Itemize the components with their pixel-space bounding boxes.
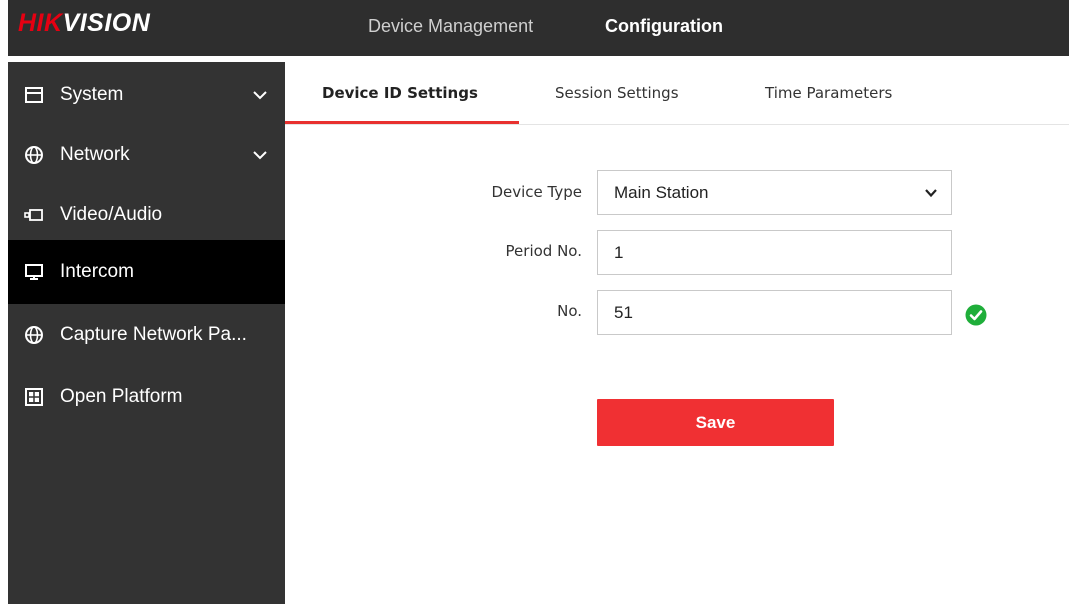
no-value: 51	[614, 302, 633, 322]
sidebar-item-label: Capture Network Pa...	[60, 324, 247, 345]
nav-configuration[interactable]: Configuration	[605, 14, 723, 38]
period-no-label: Period No.	[505, 242, 582, 260]
monitor-icon	[25, 264, 43, 280]
tab-bar: Device ID Settings Session Settings Time…	[285, 62, 1069, 125]
period-no-input[interactable]: 1	[597, 230, 952, 275]
sidebar-item-label: Video/Audio	[60, 204, 163, 225]
nav-device-management[interactable]: Device Management	[368, 14, 533, 38]
check-circle-icon	[965, 304, 987, 326]
device-type-label: Device Type	[491, 183, 582, 201]
period-no-value: 1	[614, 242, 624, 262]
tab-session-settings[interactable]: Session Settings	[555, 62, 679, 124]
sidebar-item-open-platform[interactable]: Open Platform	[8, 366, 285, 428]
sidebar-item-label: Open Platform	[60, 386, 183, 407]
logo-text-vision: VISION	[62, 9, 151, 37]
device-type-value: Main Station	[614, 182, 709, 202]
sidebar-item-label: Network	[60, 144, 130, 165]
sidebar: System Network Video/Audio Intercom Capt…	[8, 62, 285, 604]
sidebar-item-capture-network[interactable]: Capture Network Pa...	[8, 304, 285, 366]
tab-device-id-settings[interactable]: Device ID Settings	[322, 62, 478, 124]
sidebar-item-label: System	[60, 84, 124, 105]
no-input[interactable]: 51	[597, 290, 952, 335]
chevron-down-icon[interactable]	[253, 150, 267, 160]
app-window: HIKVISION Device Management Configuratio…	[0, 0, 1069, 604]
hikvision-logo: HIKVISION	[18, 6, 150, 40]
sidebar-item-video-audio[interactable]: Video/Audio	[8, 184, 285, 246]
device-type-select[interactable]: Main Station	[597, 170, 952, 215]
sidebar-item-label: Intercom	[60, 261, 134, 282]
globe-icon	[25, 146, 43, 164]
globe-icon	[25, 326, 43, 344]
no-label: No.	[557, 302, 582, 320]
active-tab-indicator	[285, 121, 519, 124]
sidebar-item-intercom[interactable]: Intercom	[8, 240, 285, 304]
camera-icon	[24, 209, 43, 221]
sidebar-item-network[interactable]: Network	[8, 124, 285, 186]
sidebar-item-system[interactable]: System	[8, 64, 285, 126]
chevron-down-icon[interactable]	[253, 90, 267, 100]
logo-text-hik: HIK	[18, 9, 63, 37]
save-button[interactable]: Save	[597, 399, 834, 446]
top-bar: HIKVISION Device Management Configuratio…	[8, 0, 1069, 56]
chevron-down-icon	[925, 188, 937, 197]
grid-icon	[25, 388, 43, 406]
window-icon	[25, 87, 43, 103]
tab-time-parameters[interactable]: Time Parameters	[765, 62, 892, 124]
